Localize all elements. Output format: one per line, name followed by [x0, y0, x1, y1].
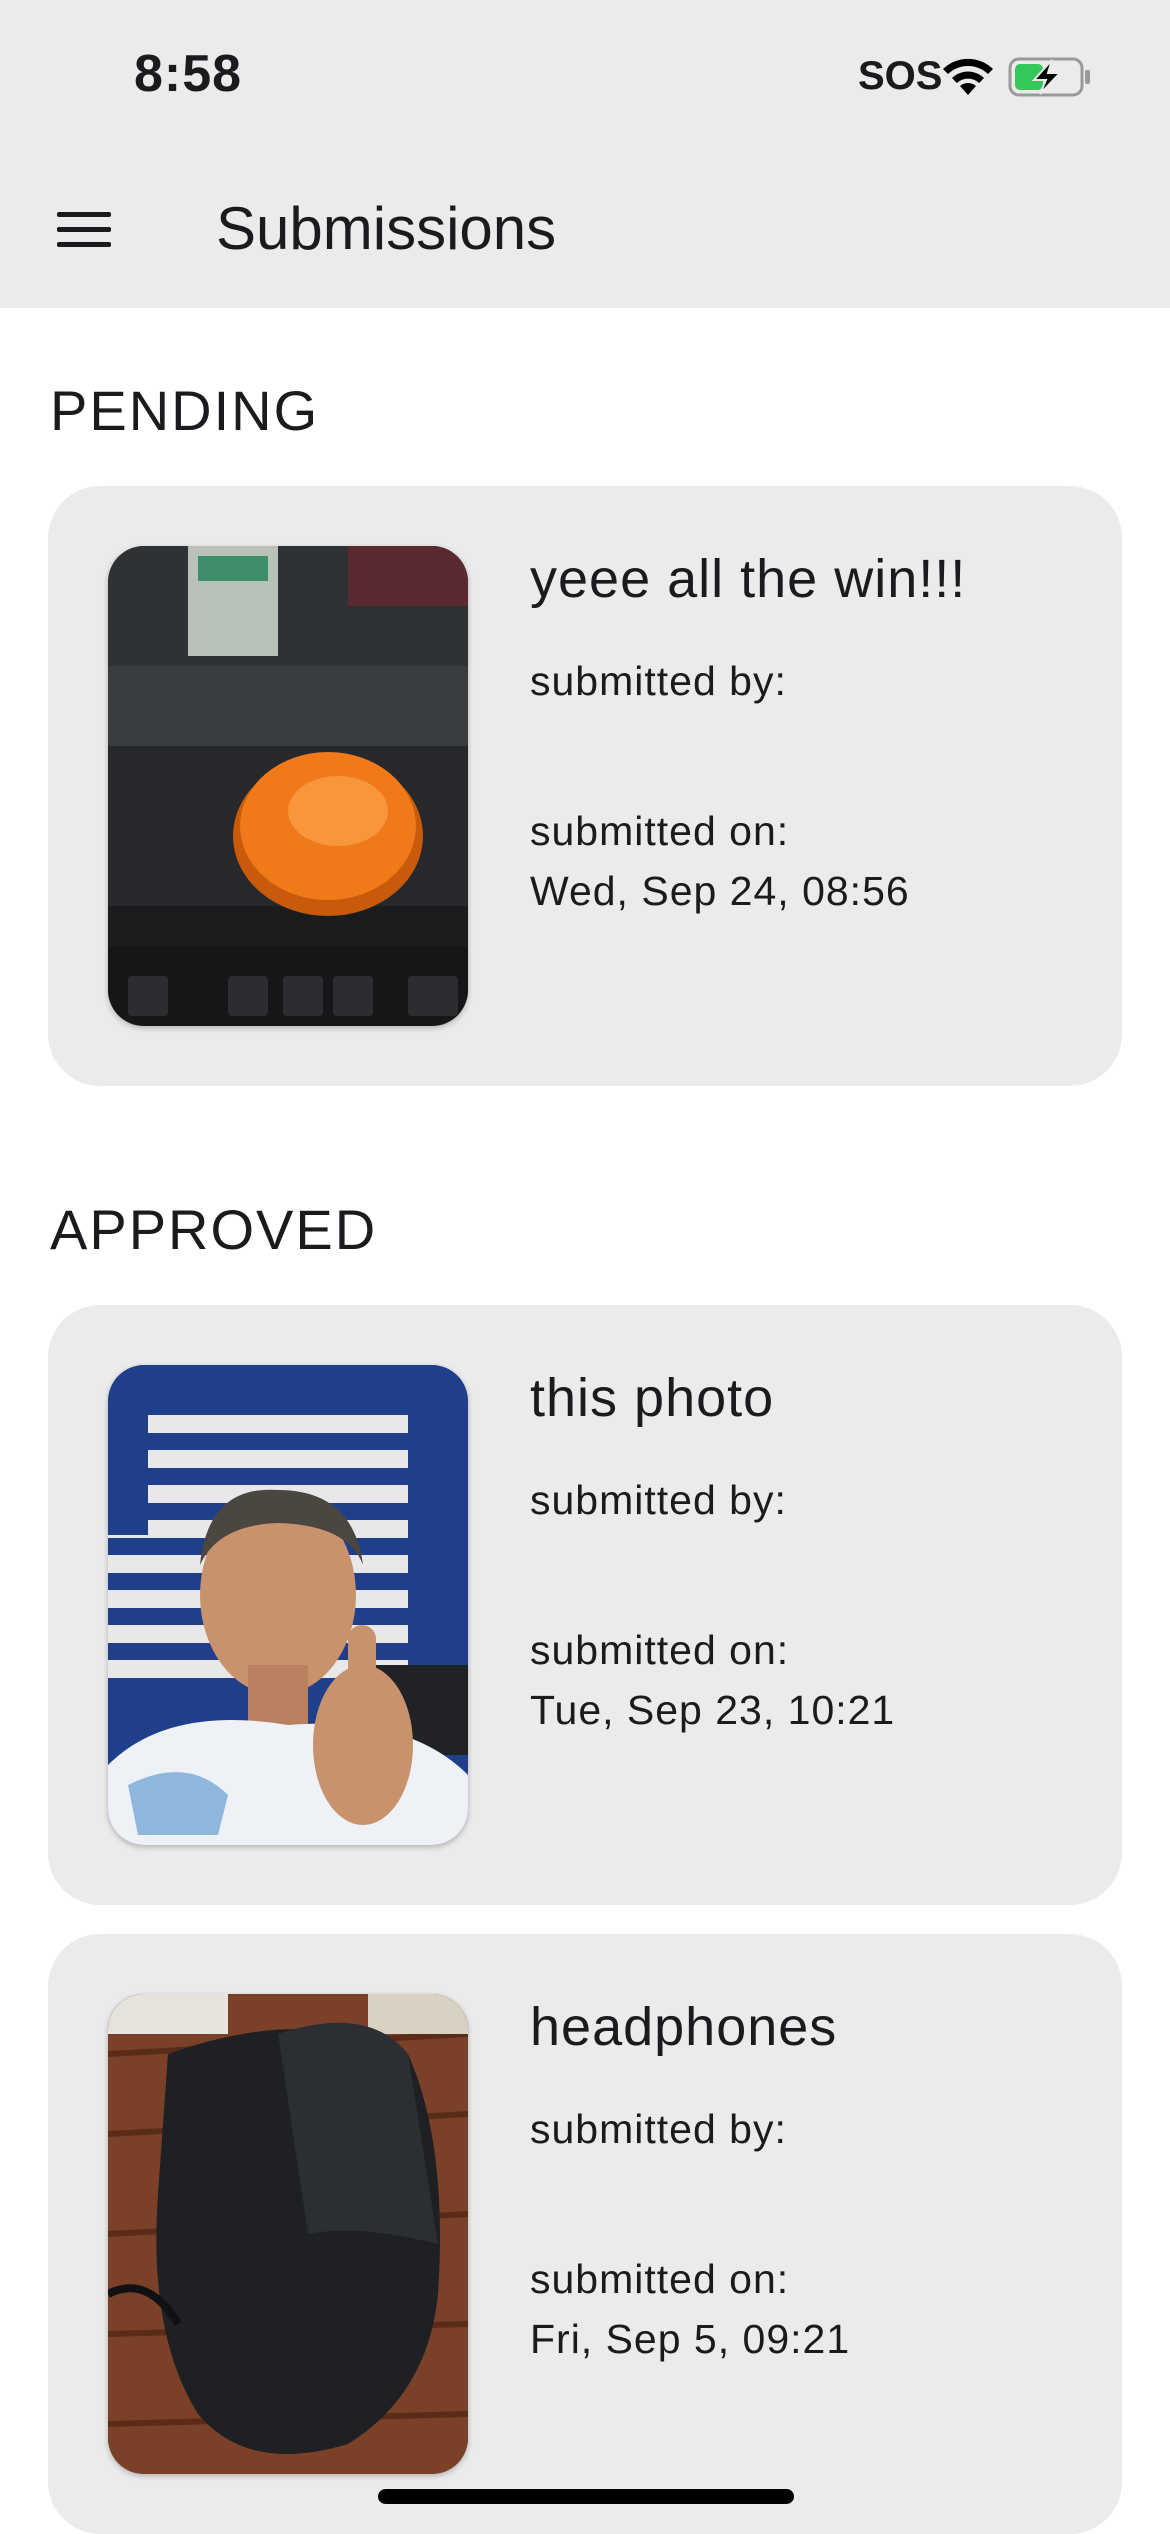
wifi-icon [943, 58, 993, 95]
submitted-on-value: Tue, Sep 23, 10:21 [530, 1687, 896, 1733]
section-header-approved: APPROVED [50, 1198, 378, 1261]
status-bar: 8:58 SOS [0, 0, 1170, 150]
submission-thumbnail[interactable] [108, 1994, 468, 2474]
submitted-on-value: Wed, Sep 24, 08:56 [530, 868, 910, 914]
submission-photo-image [108, 546, 468, 1026]
submitted-by-label: submitted by: [530, 1477, 787, 1523]
submitted-on-value: Fri, Sep 5, 09:21 [530, 2316, 851, 2362]
submission-photo-image [108, 1994, 468, 2474]
hamburger-menu-icon-line [57, 227, 111, 232]
submitted-on-label: submitted on: [530, 2256, 790, 2302]
submission-title: headphones [530, 1997, 838, 2057]
submission-card[interactable]: yeee all the win!!! submitted by: submit… [48, 486, 1122, 1086]
submission-title: yeee all the win!!! [530, 549, 967, 609]
submission-title: this photo [530, 1368, 775, 1428]
submission-thumbnail[interactable] [108, 546, 468, 1026]
hamburger-menu-icon-line [57, 212, 111, 217]
section-header-pending: PENDING [50, 379, 320, 442]
submission-photo-image [108, 1365, 468, 1845]
app-bar: Submissions [0, 150, 1170, 308]
page-title: Submissions [216, 195, 557, 262]
home-indicator[interactable] [378, 2489, 794, 2504]
submission-thumbnail[interactable] [108, 1365, 468, 1845]
submitted-on-label: submitted on: [530, 808, 790, 854]
submission-card[interactable]: headphones submitted by: submitted on: F… [48, 1934, 1122, 2534]
submission-card[interactable]: this photo submitted by: submitted on: T… [48, 1305, 1122, 1905]
status-time: 8:58 [134, 45, 243, 103]
menu-button[interactable] [40, 188, 130, 268]
battery-charging-icon [1008, 57, 1090, 97]
submitted-by-label: submitted by: [530, 2106, 787, 2152]
hamburger-menu-icon-line [57, 242, 111, 247]
status-carrier: SOS [858, 54, 943, 98]
submitted-by-label: submitted by: [530, 658, 787, 704]
submitted-on-label: submitted on: [530, 1627, 790, 1673]
